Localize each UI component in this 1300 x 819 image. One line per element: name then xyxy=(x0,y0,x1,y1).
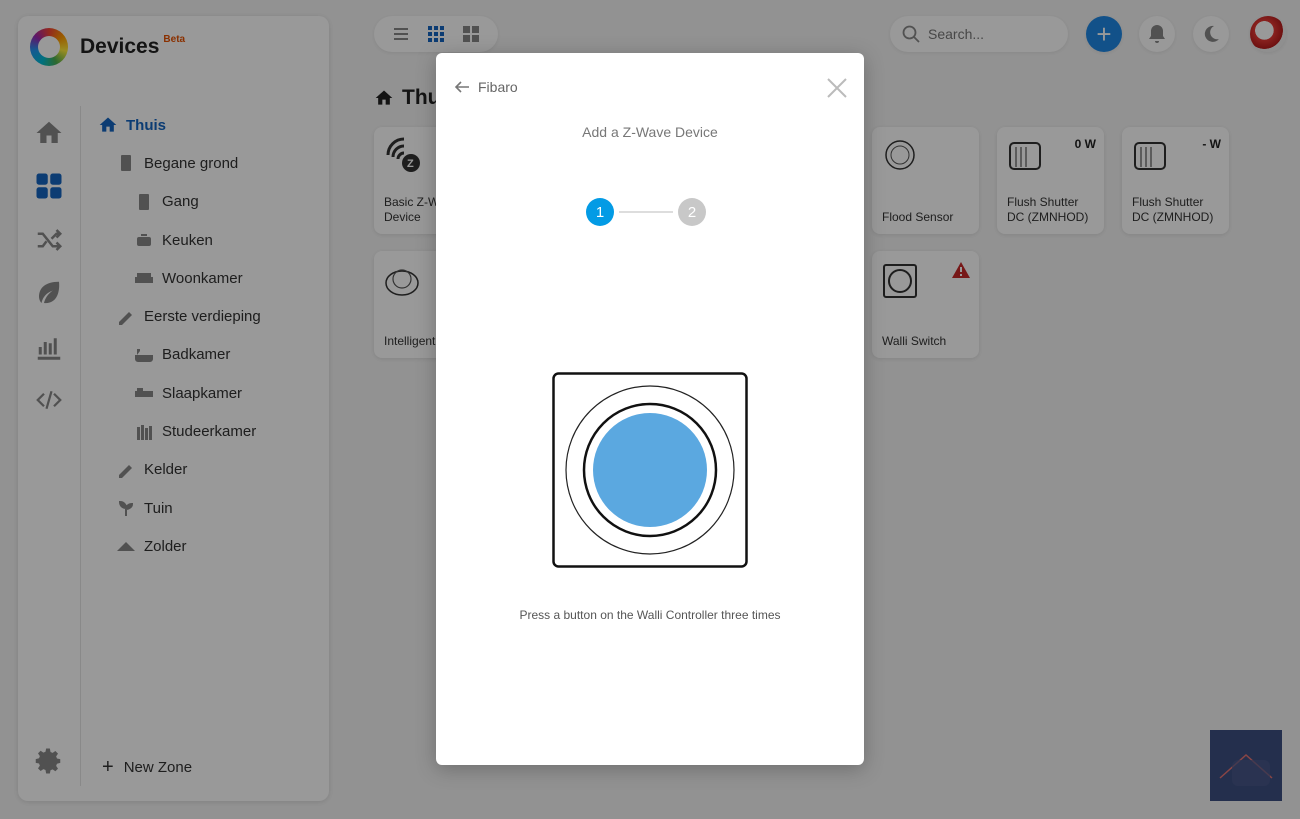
step-connector xyxy=(619,211,673,213)
step-indicator-active: 1 xyxy=(586,198,614,226)
back-label: Fibaro xyxy=(478,79,518,95)
back-button[interactable]: Fibaro xyxy=(454,79,518,95)
walli-controller-illustration xyxy=(552,372,748,568)
add-device-dialog: Fibaro Add a Z-Wave Device 1 2 Press a b… xyxy=(436,53,864,765)
close-icon[interactable] xyxy=(826,77,848,99)
arrow-left-icon xyxy=(454,81,469,93)
instruction-text: Press a button on the Walli Controller t… xyxy=(519,608,781,622)
dialog-title: Add a Z-Wave Device xyxy=(582,124,718,140)
step-indicator: 2 xyxy=(678,198,706,226)
stepper: 1 2 xyxy=(586,198,706,226)
